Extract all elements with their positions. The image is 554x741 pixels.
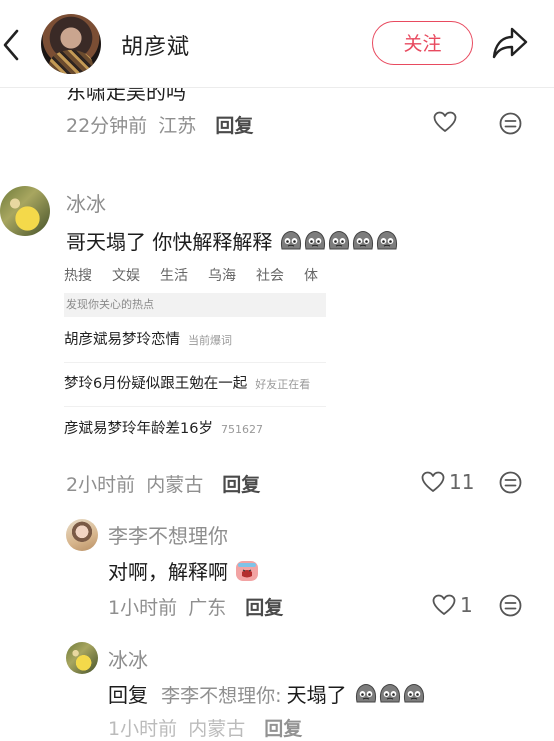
embedded-tabs: 热搜 文娱 生活 乌海 社会 体 xyxy=(64,265,326,287)
reply-time: 1小时前 xyxy=(108,718,178,740)
reply-button[interactable]: 回复 xyxy=(245,597,283,619)
dislike-icon[interactable] xyxy=(499,112,522,139)
crying-face-emoji xyxy=(235,559,259,581)
reply-button[interactable]: 回复 xyxy=(215,115,253,137)
reply-button[interactable]: 回复 xyxy=(222,474,260,496)
top-bar: 胡彦斌 关注 xyxy=(0,0,554,88)
embedded-tab: 乌海 xyxy=(208,268,236,284)
embedded-hint-bar: 发现你关心的热点 xyxy=(64,293,326,317)
cry-emoji xyxy=(354,682,376,704)
follow-button[interactable]: 关注 xyxy=(372,21,473,65)
embedded-row-text: 彦斌易梦玲年龄差16岁 xyxy=(64,421,213,437)
embedded-row-text: 胡彦斌易梦玲恋情 xyxy=(64,332,180,348)
cry-emoji xyxy=(375,229,398,251)
reply-location: 内蒙古 xyxy=(188,718,246,740)
header-divider xyxy=(0,87,554,88)
reply-author[interactable]: 冰冰 xyxy=(108,644,148,673)
emoji-group xyxy=(352,684,424,706)
embedded-tab: 文娱 xyxy=(112,268,140,284)
comment-meta: 22分钟前 江苏 回复 xyxy=(66,111,253,138)
cry-emoji xyxy=(279,229,302,251)
reply-author[interactable]: 李李不想理你 xyxy=(108,520,228,549)
avatar[interactable] xyxy=(41,14,101,74)
dislike-icon[interactable] xyxy=(499,471,522,498)
embedded-row: 梦玲6月份疑似跟王勉在一起 好友正在看 xyxy=(64,362,326,406)
heart-icon[interactable] xyxy=(421,471,445,497)
avatar[interactable] xyxy=(66,519,98,551)
comment-text: 哥天塌了 你快解释解释 xyxy=(66,230,273,254)
heart-icon[interactable] xyxy=(432,594,456,620)
cry-emoji xyxy=(378,682,400,704)
cry-emoji xyxy=(402,682,424,704)
comment-time: 2小时前 xyxy=(66,474,136,496)
comment-location: 内蒙古 xyxy=(146,474,204,496)
reply-target[interactable]: 李李不想理你: xyxy=(161,685,281,707)
reply-text: 天塌了 xyxy=(286,683,347,707)
embedded-tab: 热搜 xyxy=(64,268,92,284)
heart-icon[interactable] xyxy=(433,111,457,137)
avatar[interactable] xyxy=(66,642,98,674)
page-title[interactable]: 胡彦斌 xyxy=(121,29,190,61)
embedded-row-tag: 好友正在看 xyxy=(255,378,311,391)
cry-emoji xyxy=(327,229,350,251)
embedded-row: 胡彦斌易梦玲恋情 当前爆词 xyxy=(64,318,326,362)
emoji-group xyxy=(277,231,398,253)
reply-meta: 1小时前 广东 回复 xyxy=(108,593,283,620)
embedded-row: 彦斌易梦玲年龄差16岁 751627 xyxy=(64,407,326,451)
reply-body: 回复 李李不想理你: 天塌了 xyxy=(108,679,424,708)
cry-emoji xyxy=(303,229,326,251)
comment-body: 哥天塌了 你快解释解释 xyxy=(66,226,398,255)
reply-text: 对啊，解释啊 xyxy=(108,560,228,584)
like-count: 11 xyxy=(449,470,475,494)
like-count: 1 xyxy=(460,593,473,617)
cry-emoji xyxy=(351,229,374,251)
reply-prefix: 回复 xyxy=(108,683,148,707)
reply-body: 对啊，解释啊 xyxy=(108,556,259,585)
embedded-row-tag: 当前爆词 xyxy=(188,334,232,347)
comment-location: 江苏 xyxy=(158,115,197,137)
embedded-tab: 生活 xyxy=(160,268,188,284)
embedded-screenshot[interactable]: 热搜 文娱 生活 乌海 社会 体 发现你关心的热点 胡彦斌易梦玲恋情 当前爆词 梦玲6月份疑… xyxy=(64,255,326,455)
reply-meta: 1小时前 内蒙古 回复 xyxy=(108,714,302,741)
avatar[interactable] xyxy=(0,186,50,236)
reply-location: 广东 xyxy=(188,597,227,619)
comment-author[interactable]: 冰冰 xyxy=(66,188,106,217)
reply-time: 1小时前 xyxy=(108,597,178,619)
comment-meta: 2小时前 内蒙古 回复 xyxy=(66,470,260,497)
embedded-tab: 社会 xyxy=(256,268,284,284)
comment-time: 22分钟前 xyxy=(66,115,148,137)
back-icon[interactable] xyxy=(2,29,20,61)
embedded-tab: 体 xyxy=(304,268,318,284)
embedded-row-text: 梦玲6月份疑似跟王勉在一起 xyxy=(64,376,248,392)
dislike-icon[interactable] xyxy=(499,594,522,621)
embedded-row-tag: 751627 xyxy=(220,423,263,436)
reply-button[interactable]: 回复 xyxy=(264,718,302,740)
share-icon[interactable] xyxy=(492,26,528,60)
